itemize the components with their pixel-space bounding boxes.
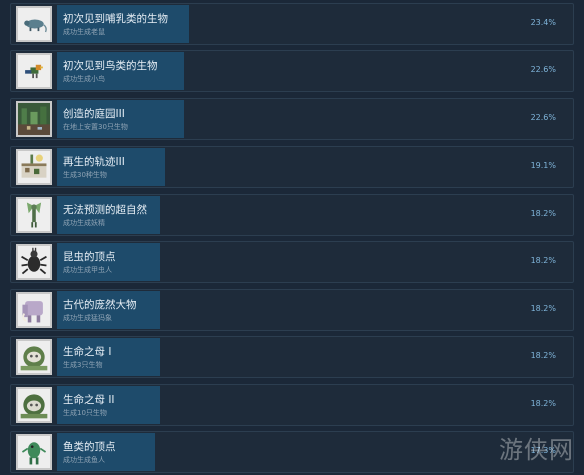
unlock-percentage: 22.6%: [530, 65, 556, 74]
achievement-row[interactable]: 生命之母 II 生成10只生物 18.2%: [10, 384, 574, 426]
achievement-description: 成功生成甲虫人: [63, 266, 112, 274]
achievement-title: 初次见到鸟类的生物: [63, 60, 158, 72]
achievement-row[interactable]: 再生的轨迹III 生成30种生物 19.1%: [10, 146, 574, 188]
mother-of-life-icon: [16, 387, 52, 423]
fairy-icon: [16, 197, 52, 233]
garden-icon: [16, 101, 52, 137]
achievement-title: 再生的轨迹III: [63, 156, 125, 168]
achievement-row[interactable]: 昆虫的顶点 成功生成甲虫人 18.2%: [10, 241, 574, 283]
achievement-description: 成功生成小鸟: [63, 75, 105, 83]
achievement-title: 古代的庞然大物: [63, 299, 137, 311]
achievement-row[interactable]: 初次见到鸟类的生物 成功生成小鸟 22.6%: [10, 50, 574, 92]
achievement-title: 鱼类的顶点: [63, 441, 116, 453]
rodent-icon: [16, 6, 52, 42]
unlock-percentage: 22.6%: [530, 113, 556, 122]
achievement-title: 昆虫的顶点: [63, 251, 116, 263]
achievement-description: 成功生成老鼠: [63, 28, 105, 36]
unlock-percentage: 19.1%: [530, 161, 556, 170]
achievement-description: 成功生成鱼人: [63, 456, 105, 464]
unlock-percentage: 18.2%: [530, 209, 556, 218]
achievement-title: 初次见到哺乳类的生物: [63, 13, 168, 25]
achievement-row[interactable]: 古代的庞然大物 成功生成猛犸象 18.2%: [10, 289, 574, 331]
achievement-description: 成功生成妖精: [63, 219, 105, 227]
fishman-icon: [16, 434, 52, 470]
mammoth-icon: [16, 292, 52, 328]
achievement-title: 生命之母 II: [63, 394, 115, 406]
unlock-percentage: 18.2%: [530, 256, 556, 265]
achievement-description: 生成30种生物: [63, 171, 107, 179]
unlock-percentage: 18.2%: [530, 351, 556, 360]
beetle-icon: [16, 244, 52, 280]
unlock-percentage: 18.2%: [530, 399, 556, 408]
watermark: 游侠网: [499, 436, 574, 464]
achievement-description: 生成3只生物: [63, 361, 103, 369]
achievement-title: 创造的庭园III: [63, 108, 125, 120]
achievement-row[interactable]: 鱼类的顶点 成功生成鱼人 17.3%: [10, 431, 574, 473]
achievement-description: 在地上安置30只生物: [63, 123, 128, 131]
regeneration-icon: [16, 149, 52, 185]
bird-icon: [16, 53, 52, 89]
unlock-percentage: 23.4%: [530, 18, 556, 27]
achievement-description: 生成10只生物: [63, 409, 107, 417]
achievement-row[interactable]: 无法预测的超自然 成功生成妖精 18.2%: [10, 194, 574, 236]
achievement-row[interactable]: 创造的庭园III 在地上安置30只生物 22.6%: [10, 98, 574, 140]
achievement-row[interactable]: 生命之母 I 生成3只生物 18.2%: [10, 336, 574, 378]
achievement-row[interactable]: 初次见到哺乳类的生物 成功生成老鼠 23.4%: [10, 3, 574, 45]
achievement-description: 成功生成猛犸象: [63, 314, 112, 322]
achievement-title: 无法预测的超自然: [63, 204, 147, 216]
achievement-title: 生命之母 I: [63, 346, 112, 358]
mother-of-life-icon: [16, 339, 52, 375]
unlock-percentage: 18.2%: [530, 304, 556, 313]
